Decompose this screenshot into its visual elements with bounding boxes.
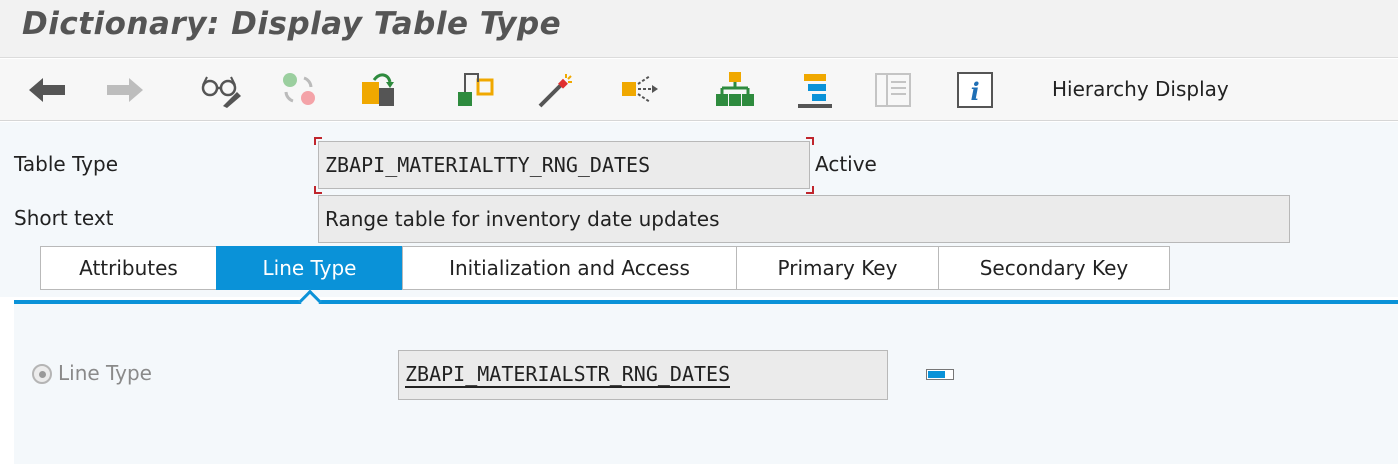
magic-wand-icon[interactable]: [534, 69, 576, 111]
tab-secondary-key[interactable]: Secondary Key: [938, 246, 1170, 290]
progress-indicator[interactable]: [926, 369, 954, 380]
focus-corner: [806, 137, 814, 145]
progress-fill: [928, 371, 945, 378]
where-used-icon[interactable]: [454, 69, 496, 111]
line-type-field[interactable]: ZBAPI_MATERIALSTR_RNG_DATES: [398, 350, 888, 400]
status-label: Active: [815, 152, 877, 176]
svg-text:i: i: [970, 77, 979, 106]
table-type-label: Table Type: [14, 152, 119, 176]
display-change-glasses-icon[interactable]: [200, 69, 242, 111]
tab-initialization-and-access[interactable]: Initialization and Access: [402, 246, 736, 290]
hierarchy-icon[interactable]: [714, 69, 756, 111]
title-bar: Dictionary: Display Table Type: [0, 0, 1398, 58]
back-arrow-icon[interactable]: [26, 69, 68, 111]
layout-icon[interactable]: [872, 69, 914, 111]
forward-arrow-icon[interactable]: [104, 69, 146, 111]
tab-underline: [14, 300, 1398, 304]
tab-line-type[interactable]: Line Type: [216, 246, 402, 290]
line-type-radio[interactable]: [32, 364, 52, 384]
other-object-icon[interactable]: [358, 69, 400, 111]
window-title: Dictionary: Display Table Type: [22, 6, 562, 42]
application-toolbar: i Hierarchy Display: [0, 59, 1398, 121]
short-text-label: Short text: [14, 206, 114, 230]
table-type-field[interactable]: ZBAPI_MATERIALTTY_RNG_DATES: [318, 141, 810, 189]
tab-attributes[interactable]: Attributes: [40, 246, 216, 290]
activate-icon[interactable]: [278, 69, 320, 111]
hierarchy-display-button[interactable]: Hierarchy Display: [1052, 77, 1229, 101]
short-text-field[interactable]: Range table for inventory date updates: [318, 195, 1290, 243]
stacked-list-icon[interactable]: [794, 69, 836, 111]
focus-corner: [314, 137, 322, 145]
line-type-label: Line Type: [58, 361, 152, 385]
line-type-value[interactable]: ZBAPI_MATERIALSTR_RNG_DATES: [405, 362, 731, 388]
focus-corner: [314, 186, 322, 194]
info-icon[interactable]: i: [954, 69, 996, 111]
navigation-icon[interactable]: [618, 69, 660, 111]
focus-corner: [806, 186, 814, 194]
tab-primary-key[interactable]: Primary Key: [736, 246, 938, 290]
tab-strip: Attributes Line Type Initialization and …: [40, 246, 1170, 290]
